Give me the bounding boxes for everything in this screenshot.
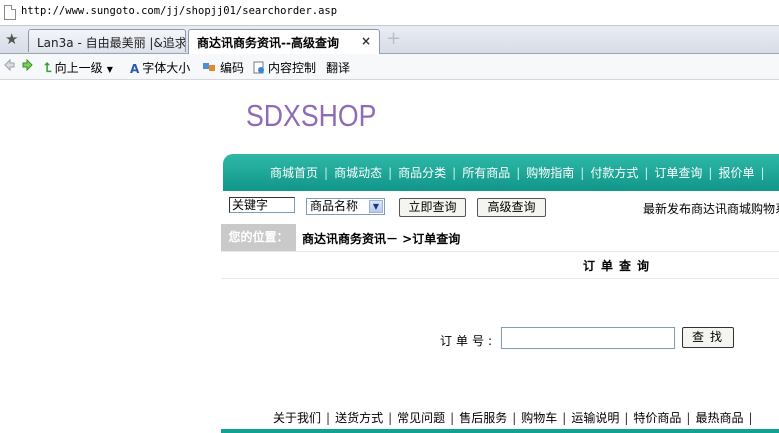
font-size-icon: A — [130, 61, 140, 76]
nav-separator: | — [452, 166, 457, 180]
translate-button[interactable]: 翻译 — [326, 59, 350, 76]
nav-item-payment[interactable]: 付款方式 — [590, 166, 638, 180]
order-number-label: 订单号: — [440, 334, 497, 348]
up-level-label: 向上一级 — [54, 61, 103, 75]
new-tab-icon[interactable]: + — [386, 30, 401, 48]
address-bar[interactable]: http://www.sungoto.com/jj/shopjj01/searc… — [0, 0, 779, 26]
nav-separator: | — [324, 166, 329, 180]
tab-label: 商达讯商务资讯--高级查询 — [197, 36, 339, 50]
font-size-label: 字体大小 — [142, 61, 191, 75]
nav-separator: | — [644, 166, 649, 180]
forward-arrow-icon[interactable] — [21, 58, 35, 75]
footer-separator: | — [450, 411, 455, 425]
site-logo[interactable]: SDXSHOP — [246, 98, 376, 134]
nav-item-news[interactable]: 商城动态 — [334, 166, 382, 180]
encoding-icon — [203, 61, 217, 76]
content-control-icon — [253, 61, 265, 77]
keyword-input[interactable]: 关键字 — [229, 197, 295, 213]
footer-link-specials[interactable]: 特价商品 — [633, 411, 681, 425]
search-field-select[interactable]: 商品名称 ▼ — [306, 198, 385, 215]
order-query-form: 订单号: 查找 — [221, 320, 779, 354]
footer-separator: | — [624, 411, 629, 425]
nav-separator: | — [388, 166, 393, 180]
breadcrumb-label: 您的位置： — [221, 224, 296, 251]
font-size-button[interactable]: A 字体大小 — [130, 59, 190, 76]
dropdown-icon: ▼ — [106, 65, 113, 74]
footer-link-hot[interactable]: 最热商品 — [695, 411, 743, 425]
nav-item-categories[interactable]: 商品分类 — [398, 166, 446, 180]
tab-lan3a[interactable]: Lan3a - 自由最美丽 |&追求 — [28, 29, 186, 52]
encoding-button[interactable]: 编码 — [203, 59, 244, 76]
breadcrumb-path[interactable]: 商达讯商务资讯－ >订单查询 — [302, 230, 460, 247]
order-query-header: 订单查询 — [221, 251, 779, 279]
nav-separator: | — [760, 166, 765, 180]
order-number-input[interactable] — [501, 327, 675, 349]
chevron-down-icon[interactable]: ▼ — [369, 200, 383, 213]
back-arrow-icon[interactable] — [2, 58, 16, 75]
footer-link-cart[interactable]: 购物车 — [521, 411, 557, 425]
nav-item-home[interactable]: 商城首页 — [270, 166, 318, 180]
footer-link-delivery[interactable]: 送货方式 — [335, 411, 383, 425]
footer-link-after-sales[interactable]: 售后服务 — [459, 411, 507, 425]
advanced-search-button[interactable]: 高级查询 — [477, 198, 546, 217]
page-icon — [4, 5, 16, 20]
favorites-star-icon[interactable]: ★ — [5, 30, 18, 48]
footer-divider — [221, 429, 779, 433]
footer-links: 关于我们 | 送货方式 | 常见问题 | 售后服务 | 购物车 | 运输说明 | 特价商品 | 最热商品 | — [221, 408, 779, 428]
footer-separator: | — [512, 411, 517, 425]
select-value: 商品名称 — [310, 199, 359, 213]
footer-separator: | — [388, 411, 393, 425]
search-row: 关键字 商品名称 ▼ 立即查询 高级查询 最新发布商达讯商城购物系统 — [223, 195, 779, 221]
nav-item-order-query[interactable]: 订单查询 — [654, 166, 702, 180]
nav-separator: | — [580, 166, 585, 180]
footer-separator: | — [326, 411, 331, 425]
tab-bar: ★ Lan3a - 自由最美丽 |&追求 商达讯商务资讯--高级查询 × + — [0, 26, 779, 54]
up-arrow-icon: ⮤ — [44, 61, 52, 76]
encoding-label: 编码 — [220, 61, 245, 75]
page-title: 订单查询 — [583, 259, 656, 273]
nav-item-all-products[interactable]: 所有商品 — [462, 166, 510, 180]
content-control-button[interactable]: 内容控制 — [253, 59, 316, 77]
tab-advanced-search[interactable]: 商达讯商务资讯--高级查询 × — [188, 29, 380, 54]
main-navigation: 商城首页 | 商城动态 | 商品分类 | 所有商品 | 购物指南 | 付款方式 | 订单查询 | 报价单 | — [223, 154, 779, 191]
news-marquee[interactable]: 最新发布商达讯商城购物系统 — [643, 200, 779, 217]
footer-separator: | — [748, 411, 753, 425]
tab-label: Lan3a - 自由最美丽 |&追求 — [37, 36, 186, 50]
nav-item-quote[interactable]: 报价单 — [718, 166, 754, 180]
footer-link-faq[interactable]: 常见问题 — [397, 411, 445, 425]
footer-separator: | — [562, 411, 567, 425]
search-now-button[interactable]: 立即查询 — [399, 198, 466, 217]
nav-item-shopping-guide[interactable]: 购物指南 — [526, 166, 574, 180]
content-control-label: 内容控制 — [268, 61, 317, 75]
footer-link-about[interactable]: 关于我们 — [273, 411, 321, 425]
breadcrumb: 您的位置： 商达讯商务资讯－ >订单查询 — [221, 224, 779, 251]
nav-items: 商城首页 | 商城动态 | 商品分类 | 所有商品 | 购物指南 | 付款方式 | 订单查询 | 报价单 | — [270, 164, 771, 181]
close-tab-icon[interactable]: × — [361, 34, 371, 48]
browser-toolbar: ⮤ 向上一级 ▼ A 字体大小 编码 内容控制 翻译 — [0, 54, 779, 80]
find-button[interactable]: 查找 — [682, 327, 734, 348]
nav-separator: | — [708, 166, 713, 180]
nav-separator: | — [516, 166, 521, 180]
footer-separator: | — [686, 411, 691, 425]
up-level-button[interactable]: ⮤ 向上一级 ▼ — [44, 59, 113, 76]
url-text[interactable]: http://www.sungoto.com/jj/shopjj01/searc… — [21, 5, 337, 17]
footer-link-shipping[interactable]: 运输说明 — [571, 411, 619, 425]
